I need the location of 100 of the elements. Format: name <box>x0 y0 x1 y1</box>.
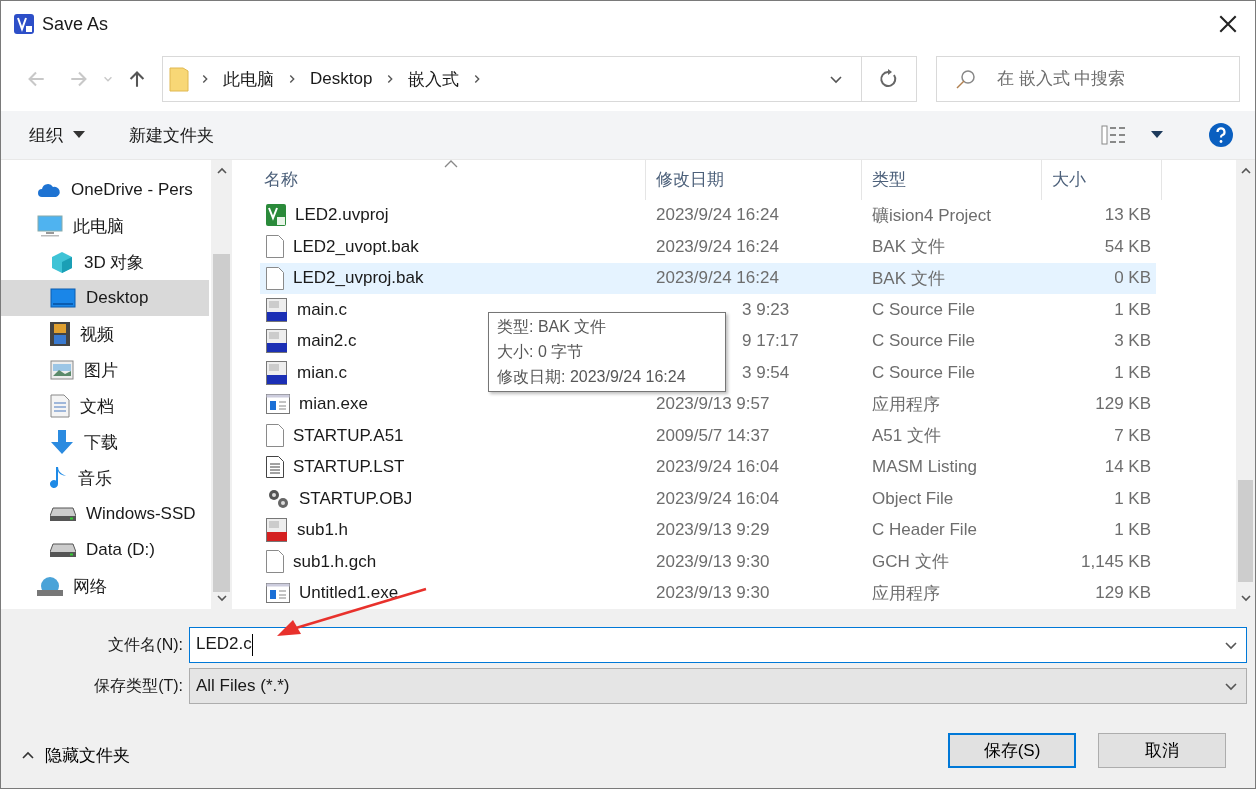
hide-folders-button[interactable]: 隐藏文件夹 <box>21 744 130 767</box>
file-type: 应用程序 <box>872 582 940 605</box>
monitor-icon <box>50 288 76 308</box>
column-header[interactable]: 大小 <box>1042 160 1162 200</box>
help-button[interactable] <box>1209 123 1233 147</box>
document-icon <box>50 394 70 418</box>
application-icon <box>266 394 290 415</box>
modified-date: 2009/5/7 14:37 <box>656 425 770 446</box>
cancel-button[interactable]: 取消 <box>1098 733 1226 768</box>
breadcrumb[interactable]: 嵌入式 <box>396 67 472 91</box>
file-name[interactable]: mian.exe <box>299 394 368 415</box>
file-name[interactable]: sub1.h <box>297 520 349 541</box>
new-folder-button[interactable]: 新建文件夹 <box>129 123 214 147</box>
search-icon <box>956 69 976 89</box>
scroll-thumb[interactable] <box>1238 480 1253 582</box>
file-type-dropdown[interactable]: All Files (*.*) <box>189 668 1247 704</box>
up-arrow-icon <box>128 70 146 88</box>
sidebar-item[interactable]: Data (D:) <box>1 532 209 568</box>
file-name[interactable]: STARTUP.OBJ <box>299 488 413 509</box>
sidebar-item[interactable]: 3D 对象 <box>1 244 209 280</box>
scroll-thumb[interactable] <box>213 254 230 592</box>
computer-icon <box>37 215 63 237</box>
sidebar-item[interactable]: 文档 <box>1 388 209 424</box>
close-icon <box>1219 15 1237 33</box>
film-icon <box>50 322 70 346</box>
scrollbar[interactable] <box>1236 160 1255 609</box>
file-name[interactable]: LED2_uvproj.bak <box>293 268 424 289</box>
file-size: 1 KB <box>1114 299 1151 320</box>
file-type: C Source File <box>872 362 975 383</box>
sidebar-item[interactable]: Desktop <box>1 280 209 316</box>
source-file-icon <box>266 360 288 385</box>
file-size: 54 KB <box>1104 236 1151 257</box>
sidebar-item[interactable]: 此电脑 <box>1 208 209 244</box>
modified-date: 2023/9/13 9:29 <box>656 520 770 541</box>
column-header[interactable]: 类型 <box>862 160 1042 200</box>
file-size: 1,145 KB <box>1081 551 1151 572</box>
file-name[interactable]: STARTUP.LST <box>293 457 405 478</box>
sidebar-item[interactable]: 视频 <box>1 316 209 352</box>
file-type: C Header File <box>872 520 977 541</box>
modified-date: 2023/9/24 16:24 <box>656 268 779 289</box>
app-icon <box>14 14 34 34</box>
scrollbar[interactable] <box>211 160 232 609</box>
file-type: BAK 文件 <box>872 267 945 290</box>
down-arrow-icon <box>50 429 74 455</box>
modified-date: 2023/9/24 16:24 <box>656 205 779 226</box>
sidebar-item[interactable]: 音乐 <box>1 460 209 496</box>
caret-icon <box>1151 131 1163 139</box>
organize-menu[interactable]: 组织 <box>29 123 85 147</box>
column-header[interactable]: 修改日期 <box>646 160 862 200</box>
file-name[interactable]: mian.c <box>297 362 348 383</box>
drive-icon <box>50 507 76 521</box>
file-size: 0 KB <box>1114 268 1151 289</box>
file-name[interactable]: Untitled1.exe <box>299 583 399 604</box>
blank-file-icon <box>266 235 284 259</box>
details-view-icon <box>1101 125 1127 145</box>
sidebar-item[interactable]: OneDrive - Pers <box>1 172 209 208</box>
file-name[interactable]: STARTUP.A51 <box>293 425 404 446</box>
sidebar-item[interactable]: 网络 <box>1 568 209 604</box>
search-field[interactable]: 在 嵌入式 中搜索 <box>936 56 1240 102</box>
breadcrumb[interactable]: Desktop <box>298 69 385 89</box>
file-type: GCH 文件 <box>872 551 949 574</box>
modified-date: 9 17:17 <box>742 331 799 352</box>
caret-icon <box>73 131 85 139</box>
modified-date: 2023/9/13 9:57 <box>656 394 770 415</box>
file-size: 3 KB <box>1114 331 1151 352</box>
blank-file-icon <box>266 266 284 290</box>
breadcrumb[interactable]: 此电脑 <box>211 67 286 91</box>
file-type: C Source File <box>872 331 975 352</box>
file-type: C Source File <box>872 299 975 320</box>
blank-file-icon <box>266 550 284 574</box>
field-label: 文件名(N): <box>107 634 184 655</box>
file-type: 礦ision4 Project <box>872 204 992 227</box>
picture-icon <box>50 360 74 380</box>
filename-field[interactable]: LED2.c <box>189 627 1247 663</box>
view-options-button[interactable] <box>1101 125 1127 145</box>
column-header[interactable]: 名称 <box>260 160 646 200</box>
file-name[interactable]: sub1.h.gch <box>293 551 377 572</box>
file-name[interactable]: LED2.uvproj <box>295 205 389 226</box>
sidebar-item[interactable]: Windows-SSD <box>1 496 209 532</box>
project-file-icon <box>266 204 286 227</box>
file-type: MASM Listing <box>872 457 977 478</box>
sidebar-item[interactable]: 图片 <box>1 352 209 388</box>
view-dropdown[interactable] <box>1151 131 1163 139</box>
file-name[interactable]: main2.c <box>297 331 357 352</box>
file-size: 1 KB <box>1114 362 1151 383</box>
address-bar[interactable]: 此电脑 Desktop 嵌入式 <box>162 56 862 102</box>
tooltip-line: 修改日期: 2023/9/24 16:24 <box>497 367 687 387</box>
source-file-icon <box>266 297 288 322</box>
refresh-button[interactable] <box>862 56 917 102</box>
file-name[interactable]: main.c <box>297 299 348 320</box>
sidebar-item[interactable]: 下载 <box>1 424 209 460</box>
source-file-icon <box>266 329 288 354</box>
back-arrow-icon <box>27 70 45 88</box>
text-file-icon <box>266 456 284 479</box>
application-icon <box>266 583 290 604</box>
file-name[interactable]: LED2_uvopt.bak <box>293 236 419 257</box>
file-type: Object File <box>872 488 954 509</box>
modified-date: 2023/9/24 16:04 <box>656 488 779 509</box>
file-type: A51 文件 <box>872 425 941 448</box>
save-button[interactable]: 保存(S) <box>948 733 1076 768</box>
